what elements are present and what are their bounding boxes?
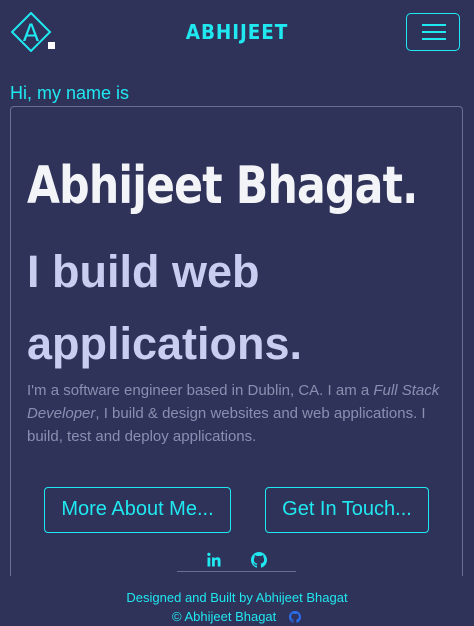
footer-credit: Designed and Built by Abhijeet Bhagat [126, 590, 348, 605]
menu-toggle-button[interactable] [406, 13, 460, 51]
greeting: Hi, my name is [10, 83, 130, 103]
hamburger-icon-bar [422, 31, 446, 33]
hero-bio: I'm a software engineer based in Dublin,… [27, 379, 447, 448]
linkedin-icon[interactable] [206, 552, 222, 568]
brand-title[interactable]: ABHIJEET [19, 20, 455, 44]
more-about-me-button[interactable]: More About Me... [44, 487, 231, 533]
social-divider [177, 571, 296, 572]
hero-name: Abhijeet Bhagat. [27, 156, 418, 216]
hamburger-icon [422, 24, 446, 26]
footer-copyright: © Abhijeet Bhagat [172, 609, 277, 624]
bio-text: I'm a software engineer based in Dublin,… [27, 382, 374, 399]
github-icon[interactable] [289, 611, 301, 623]
get-in-touch-button[interactable]: Get In Touch... [265, 487, 429, 533]
navbar: A ABHIJEET [0, 0, 474, 68]
hero-tagline: I build web applications. [27, 246, 303, 369]
hamburger-icon-bar [422, 38, 446, 40]
github-icon[interactable] [251, 552, 267, 568]
